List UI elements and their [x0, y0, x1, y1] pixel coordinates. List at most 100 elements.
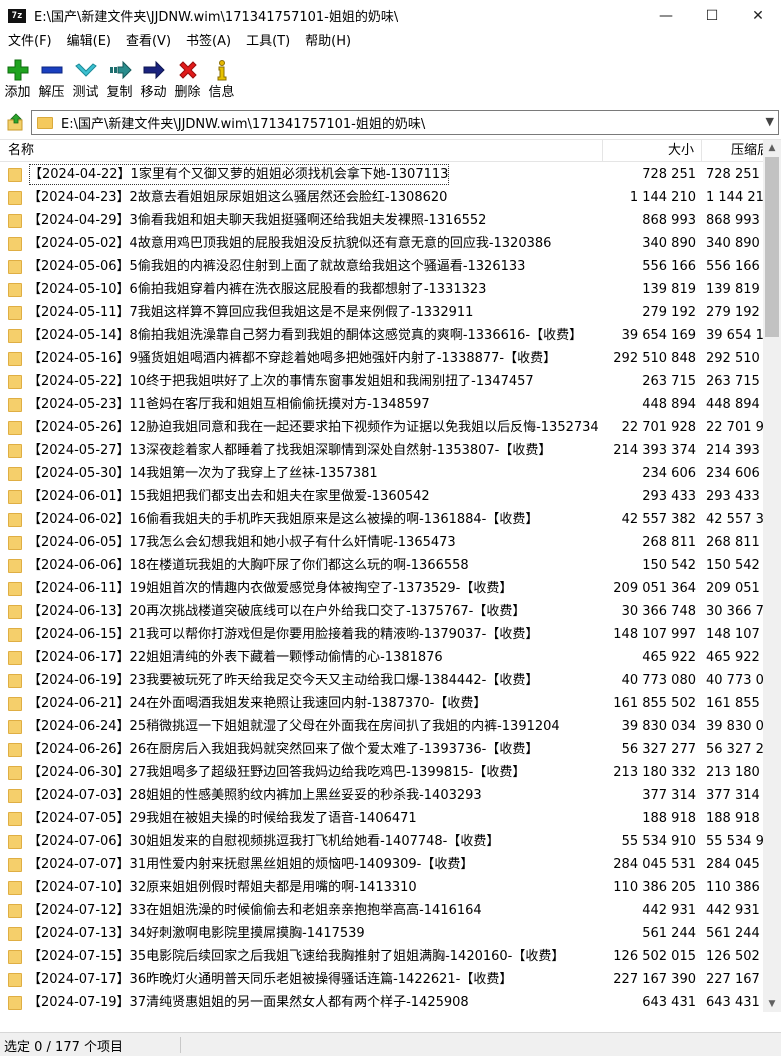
table-row[interactable]: 【2024-06-13】20再次挑战楼道突破底线可以在户外给我口交了-13757…: [0, 600, 763, 623]
file-size: 42 557 382: [621, 512, 696, 527]
table-row[interactable]: 【2024-06-17】22姐姐清纯的外表下藏着一颗悸动偷情的心-1381876…: [0, 646, 763, 669]
file-packed-size: 214 393 374: [706, 443, 763, 458]
column-header-size[interactable]: 大小: [602, 140, 698, 162]
table-row[interactable]: 【2024-07-17】36昨晚灯火通明普天同乐老姐被操得骚话连篇-142262…: [0, 968, 763, 991]
menu-file[interactable]: 文件(F): [0, 31, 59, 52]
table-row[interactable]: 【2024-05-16】9骚货姐姐喝酒内裤都不穿趁着她喝多把她强奸内射了-133…: [0, 347, 763, 370]
file-packed-size: 188 918: [706, 811, 760, 826]
column-header-name[interactable]: 名称: [8, 140, 34, 162]
table-row[interactable]: 【2024-05-10】6偷拍我姐穿着内裤在洗衣服这屁股看的我都想射了-1331…: [0, 278, 763, 301]
extract-button[interactable]: 解压: [35, 54, 68, 104]
file-packed-size: 561 244: [706, 926, 760, 941]
info-button[interactable]: 信息: [205, 54, 238, 104]
file-size: 214 393 374: [613, 443, 696, 458]
table-row[interactable]: 【2024-06-01】15我姐把我们都支出去和姐夫在家里做爱-1360542 2…: [0, 485, 763, 508]
folder-icon: [8, 283, 22, 297]
maximize-button[interactable]: ☐: [689, 0, 735, 31]
menu-tools[interactable]: 工具(T): [238, 31, 297, 52]
add-label: 添加: [4, 85, 31, 100]
table-row[interactable]: 【2024-05-14】8偷拍我姐洗澡靠自己努力看到我姐的酮体这感觉真的爽啊-1…: [0, 324, 763, 347]
table-row[interactable]: 【2024-05-06】5偷我姐的内裤没忍住射到上面了就故意给我姐这个骚逼看-1…: [0, 255, 763, 278]
add-button[interactable]: 添加: [1, 54, 34, 104]
file-list[interactable]: 名称 大小 压缩后 【2024-04-22】1家里有个又御又萝的姐姐必须找机会拿…: [0, 139, 781, 1012]
folder-icon: [8, 536, 22, 550]
folder-icon: [37, 116, 53, 129]
menu-view[interactable]: 查看(V): [118, 31, 178, 52]
file-size: 465 922: [642, 650, 696, 665]
file-size: 55 534 910: [621, 834, 696, 849]
app-7zip-icon: 7z: [8, 8, 26, 23]
minimize-button[interactable]: —: [643, 0, 689, 31]
menu-edit[interactable]: 编辑(E): [59, 31, 118, 52]
window-controls: — ☐ ✕: [643, 0, 781, 31]
file-name: 【2024-06-05】17我怎么会幻想我姐和她小叔子有什么奸情呢-136547…: [28, 535, 456, 550]
close-button[interactable]: ✕: [735, 0, 781, 31]
file-size: 377 314: [642, 788, 696, 803]
file-packed-size: 39 830 034: [706, 719, 763, 734]
scroll-up-arrow-icon[interactable]: ▲: [763, 140, 781, 157]
copy-button[interactable]: 复制: [103, 54, 136, 104]
file-packed-size: 340 890: [706, 236, 760, 251]
chevron-down-icon[interactable]: ▼: [766, 115, 774, 128]
path-combobox[interactable]: E:\国产\新建文件夹\JJDNW.wim\171341757101-姐姐的奶味…: [31, 110, 779, 135]
table-row[interactable]: 【2024-07-10】32原来姐姐例假时帮姐夫都是用嘴的啊-1413310 11…: [0, 876, 763, 899]
up-folder-button[interactable]: [4, 110, 28, 134]
table-row[interactable]: 【2024-06-30】27我姐喝多了超级狂野边回答我妈边给我吃鸡巴-13998…: [0, 761, 763, 784]
file-size: 150 542: [642, 558, 696, 573]
file-size: 209 051 364: [613, 581, 696, 596]
table-row[interactable]: 【2024-07-06】30姐姐发来的自慰视频挑逗我打飞机给她看-1407748…: [0, 830, 763, 853]
menu-bookmarks[interactable]: 书签(A): [178, 31, 238, 52]
table-row[interactable]: 【2024-05-30】14我姐第一次为了我穿上了丝袜-1357381 234 6…: [0, 462, 763, 485]
table-row[interactable]: 【2024-04-22】1家里有个又御又萝的姐姐必须找机会拿下她-1307113…: [0, 163, 763, 186]
table-row[interactable]: 【2024-06-02】16偷看我姐夫的手机昨天我姐原来是这么被操的啊-1361…: [0, 508, 763, 531]
toolbar: 添加 解压 测试 复制 移动 删除 信息: [0, 54, 781, 104]
table-row[interactable]: 【2024-05-26】12胁迫我姐同意和我在一起还要求拍下视频作为证据以免我姐…: [0, 416, 763, 439]
file-name: 【2024-05-27】13深夜趁着家人都睡着了找我姐深聊情到深处自然射-135…: [28, 443, 552, 458]
table-row[interactable]: 【2024-06-19】23我要被玩死了昨天给我足交今天又主动给我口爆-1384…: [0, 669, 763, 692]
table-row[interactable]: 【2024-07-12】33在姐姐洗澡的时候偷偷去和老姐亲亲抱抱举高高-1416…: [0, 899, 763, 922]
table-row[interactable]: 【2024-07-19】37清纯贤惠姐姐的另一面果然女人都有两个样子-14259…: [0, 991, 763, 1012]
table-row[interactable]: 【2024-06-05】17我怎么会幻想我姐和她小叔子有什么奸情呢-136547…: [0, 531, 763, 554]
folder-icon: [8, 651, 22, 665]
table-row[interactable]: 【2024-06-24】25稍微挑逗一下姐姐就湿了父母在外面我在房间扒了我姐的内…: [0, 715, 763, 738]
file-name: 【2024-05-14】8偷拍我姐洗澡靠自己努力看到我姐的酮体这感觉真的爽啊-1…: [28, 328, 583, 343]
file-name: 【2024-07-13】34好刺激啊电影院里摸屌摸胸-1417539: [28, 926, 365, 941]
scroll-thumb[interactable]: [765, 157, 779, 337]
column-header-packed[interactable]: 压缩后: [701, 140, 763, 162]
table-row[interactable]: 【2024-05-27】13深夜趁着家人都睡着了找我姐深聊情到深处自然射-135…: [0, 439, 763, 462]
table-row[interactable]: 【2024-05-23】11爸妈在客厅我和姐姐互相偷偷抚摸对方-1348597 4…: [0, 393, 763, 416]
folder-icon: [8, 191, 22, 205]
table-row[interactable]: 【2024-05-11】7我姐这样算不算回应我但我姐这是不是来例假了-13329…: [0, 301, 763, 324]
scroll-down-arrow-icon[interactable]: ▼: [763, 996, 781, 1012]
file-name: 【2024-06-13】20再次挑战楼道突破底线可以在户外给我口交了-13757…: [28, 604, 526, 619]
table-row[interactable]: 【2024-04-23】2故意去看姐姐尿尿姐姐这么骚居然还会脸红-1308620…: [0, 186, 763, 209]
table-row[interactable]: 【2024-07-15】35电影院后续回家之后我姐飞速给我胸推射了姐姐满胸-14…: [0, 945, 763, 968]
table-row[interactable]: 【2024-07-07】31用性爱内射来抚慰黑丝姐姐的烦恼吧-1409309-【…: [0, 853, 763, 876]
test-button[interactable]: 测试: [69, 54, 102, 104]
table-row[interactable]: 【2024-06-15】21我可以帮你打游戏但是你要用脸接着我的精液哟-1379…: [0, 623, 763, 646]
selection-status: 选定 0 / 177 个项目: [4, 1040, 123, 1055]
file-packed-size: 868 993: [706, 213, 760, 228]
file-packed-size: 293 433: [706, 489, 760, 504]
file-name: 【2024-07-10】32原来姐姐例假时帮姐夫都是用嘴的啊-1413310: [28, 880, 417, 895]
table-row[interactable]: 【2024-07-05】29我姐在被姐夫操的时候给我发了语音-1406471 18…: [0, 807, 763, 830]
table-row[interactable]: 【2024-06-21】24在外面喝酒我姐发来艳照让我速回内射-1387370-…: [0, 692, 763, 715]
table-row[interactable]: 【2024-05-22】10终于把我姐哄好了上次的事情东窗事发姐姐和我闹别扭了-…: [0, 370, 763, 393]
delete-button[interactable]: 删除: [171, 54, 204, 104]
menu-help[interactable]: 帮助(H): [297, 31, 358, 52]
file-size: 56 327 277: [621, 742, 696, 757]
info-label: 信息: [208, 85, 235, 100]
move-button[interactable]: 移动: [137, 54, 170, 104]
table-row[interactable]: 【2024-06-11】19姐姐首次的情趣内衣做爱感觉身体被掏空了-137352…: [0, 577, 763, 600]
table-row[interactable]: 【2024-07-13】34好刺激啊电影院里摸屌摸胸-1417539 561 24…: [0, 922, 763, 945]
table-row[interactable]: 【2024-07-03】28姐姐的性感美照豹纹内裤加上黑丝妥妥的秒杀我-1403…: [0, 784, 763, 807]
file-size: 292 510 848: [613, 351, 696, 366]
table-row[interactable]: 【2024-06-26】26在厨房后入我姐我妈就突然回来了做个爱太难了-1393…: [0, 738, 763, 761]
table-row[interactable]: 【2024-05-02】4故意用鸡巴顶我姐的屁股我姐没反抗貌似还有意无意的回应我…: [0, 232, 763, 255]
file-name: 【2024-06-02】16偷看我姐夫的手机昨天我姐原来是这么被操的啊-1361…: [28, 512, 539, 527]
folder-icon: [8, 352, 22, 366]
table-row[interactable]: 【2024-06-06】18在楼道玩我姐的大胸吓尿了你们都这么玩的啊-13665…: [0, 554, 763, 577]
vertical-scrollbar[interactable]: ▲ ▼: [763, 140, 781, 1012]
file-packed-size: 39 654 169: [706, 328, 763, 343]
table-row[interactable]: 【2024-04-29】3偷看我姐和姐夫聊天我姐挺骚啊还给我姐夫发裸照-1316…: [0, 209, 763, 232]
